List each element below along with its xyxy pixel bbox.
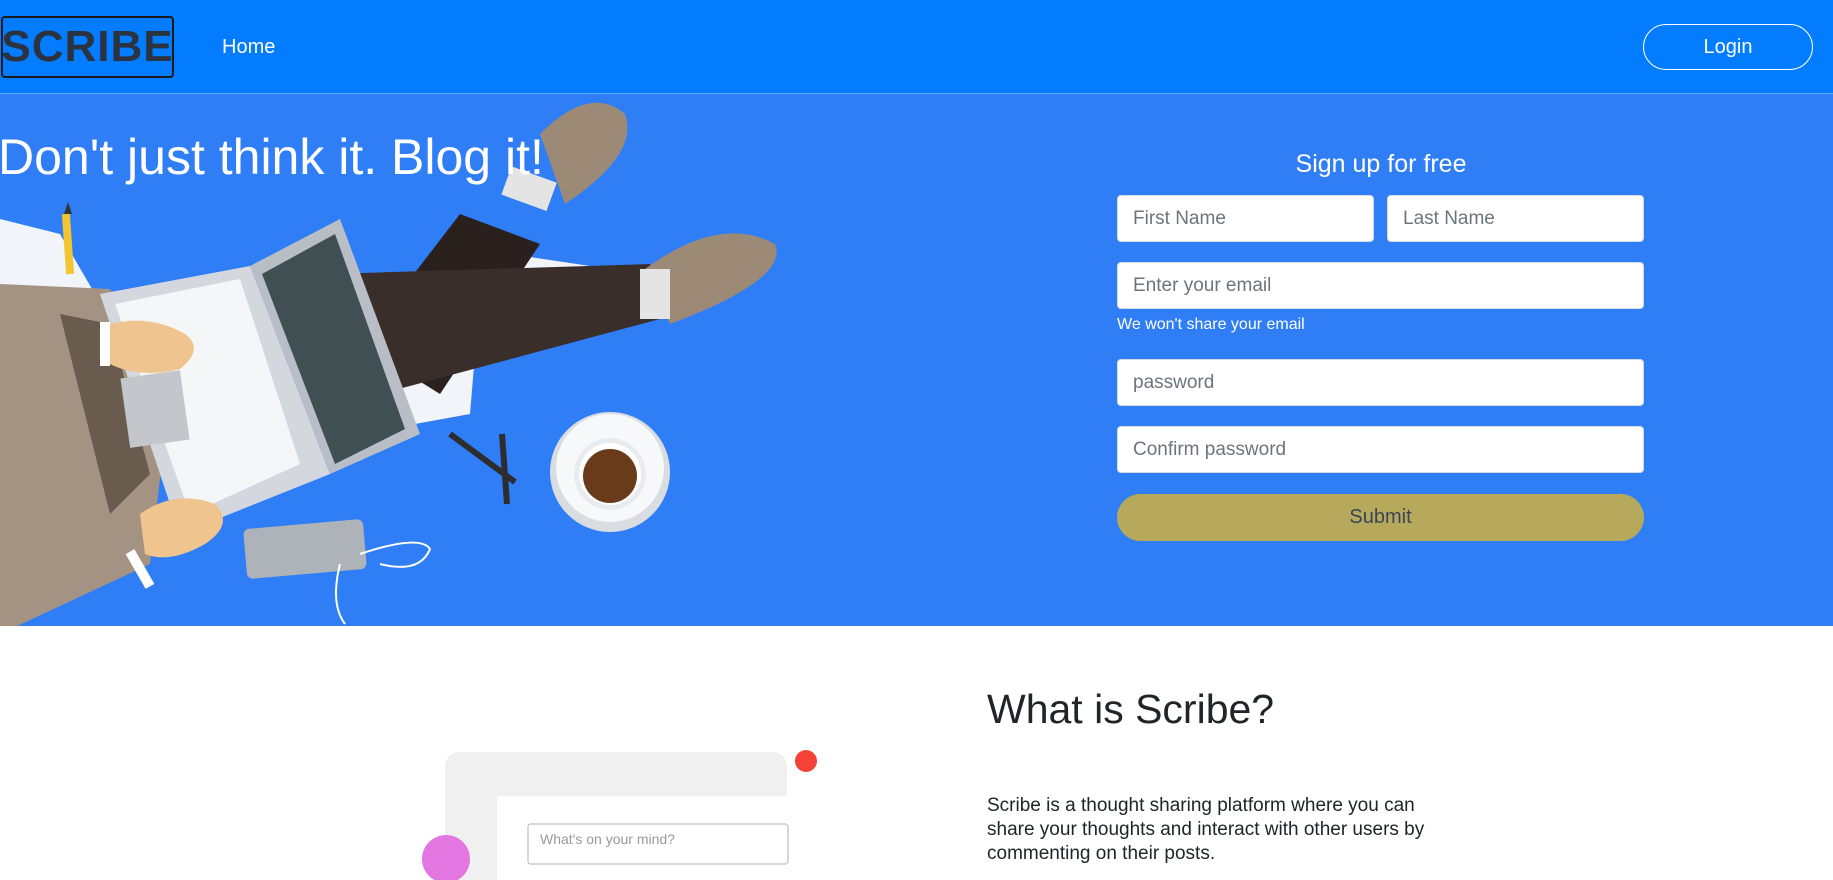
email-help-text: We won't share your email (1117, 316, 1305, 333)
scribe-logo[interactable]: SCRIBE (1, 16, 174, 78)
submit-button[interactable]: Submit (1117, 494, 1644, 541)
login-button[interactable]: Login (1643, 24, 1813, 70)
password-input[interactable] (1117, 359, 1644, 406)
confirm-password-input[interactable] (1117, 426, 1644, 473)
first-name-input[interactable] (1117, 195, 1374, 242)
post-mockup-illustration: What's on your mind? (422, 750, 817, 880)
about-section: What's on your mind? What is Scribe? Scr… (0, 626, 1833, 880)
nav-home-link[interactable]: Home (222, 36, 275, 59)
navbar: SCRIBE Home Login (0, 0, 1833, 94)
about-title: What is Scribe? (987, 686, 1275, 732)
mock-input-placeholder: What's on your mind? (540, 831, 675, 847)
email-input[interactable] (1117, 262, 1644, 309)
last-name-input[interactable] (1387, 195, 1644, 242)
hero-title: Don't just think it. Blog it! (0, 129, 544, 185)
about-description: Scribe is a thought sharing platform whe… (987, 795, 1425, 864)
signup-title: Sign up for free (1295, 150, 1467, 178)
hero-section: Don't just think it. Blog it! Sign up fo… (0, 94, 1833, 626)
